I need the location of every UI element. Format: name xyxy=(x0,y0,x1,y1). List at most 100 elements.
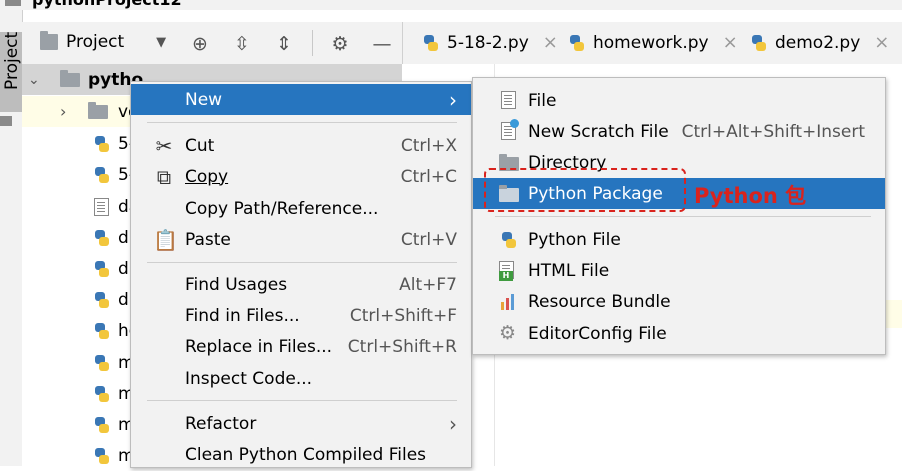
shortcut-label: Ctrl+Shift+R xyxy=(347,336,457,357)
python-file-icon xyxy=(94,322,110,339)
structure-icon[interactable] xyxy=(0,116,12,126)
python-file-icon xyxy=(94,166,110,183)
annotation-label: Python 包 xyxy=(694,184,807,208)
menu-item-copy-path[interactable]: Copy Path/Reference... xyxy=(131,193,471,224)
menu-item-inspect-code[interactable]: Inspect Code... xyxy=(131,363,471,394)
editor-tab[interactable]: homework.py × xyxy=(569,32,738,53)
menu-item-cut[interactable]: ✂ Cut Ctrl+X xyxy=(131,130,471,161)
context-menu: New › ✂ Cut Ctrl+X ⧉ Copy Ctrl+C Copy Pa… xyxy=(130,81,472,468)
project-toolbar: Project ▼ ⊕ ⇳ ⇕ ⚙ — xyxy=(22,22,402,65)
python-file-icon xyxy=(94,291,110,308)
chevron-right-icon: › xyxy=(449,411,457,436)
close-icon[interactable]: × xyxy=(874,32,889,53)
menu-item-replace-in-files[interactable]: Replace in Files... Ctrl+Shift+R xyxy=(131,331,471,362)
chevron-right-icon: › xyxy=(449,87,457,112)
shortcut-label: Ctrl+V xyxy=(400,229,457,250)
collapse-all-icon[interactable]: ⇕ xyxy=(274,34,294,54)
gear-icon: ⚙ xyxy=(499,322,517,344)
menu-item-new[interactable]: New › xyxy=(131,84,471,115)
editor-tabs: 5-18-2.py × homework.py × demo2.py × xyxy=(402,22,902,65)
resource-bundle-icon xyxy=(499,292,519,312)
tab-label: demo2.py xyxy=(775,32,861,53)
chevron-down-icon[interactable]: ⌄ xyxy=(28,72,40,88)
text-file-icon xyxy=(94,197,109,216)
html-file-icon: H xyxy=(499,261,519,281)
tree-item-label: d xyxy=(118,227,129,248)
toolbar-divider xyxy=(312,30,313,56)
menu-item-label: Refactor xyxy=(185,413,257,434)
submenu-item-file[interactable]: File xyxy=(473,85,885,116)
shortcut-label: Ctrl+Alt+Shift+Insert xyxy=(681,121,865,142)
clipboard-icon: 📋 xyxy=(153,227,178,252)
menu-item-label: Clean Python Compiled Files xyxy=(185,444,427,465)
project-folder-icon xyxy=(40,31,58,50)
project-view-selector[interactable]: Project ▼ xyxy=(40,31,166,52)
tab-label: 5-18-2.py xyxy=(447,32,529,53)
close-icon[interactable]: × xyxy=(543,32,558,53)
annotation-highlight-box xyxy=(484,168,686,212)
menu-item-label: Find in Files... xyxy=(185,305,300,326)
submenu-item-html-file[interactable]: H HTML File xyxy=(473,255,885,286)
submenu-item-label: HTML File xyxy=(528,260,610,281)
python-file-icon xyxy=(94,447,110,464)
menu-item-label: Paste xyxy=(185,229,231,250)
expand-all-icon[interactable]: ⇳ xyxy=(232,34,252,54)
python-file-icon xyxy=(569,34,585,51)
shortcut-label: Ctrl+Shift+F xyxy=(349,305,457,326)
menu-item-label: Replace in Files... xyxy=(185,336,333,357)
file-icon xyxy=(501,91,521,111)
minimize-icon[interactable]: — xyxy=(372,34,392,54)
copy-icon: ⧉ xyxy=(156,164,172,189)
python-file-icon xyxy=(94,416,110,433)
crosshair-icon[interactable]: ⊕ xyxy=(190,34,210,54)
menu-separator xyxy=(147,122,457,123)
python-file-icon xyxy=(423,34,439,51)
left-tool-strip: Project xyxy=(0,10,23,466)
python-file-icon xyxy=(751,34,767,51)
menu-separator xyxy=(495,216,871,217)
folder-icon xyxy=(5,0,21,6)
menu-separator xyxy=(147,262,457,263)
new-submenu: File New Scratch File Ctrl+Alt+Shift+Ins… xyxy=(472,77,886,355)
window-title-bar: pythonProject12 xyxy=(0,0,902,10)
submenu-item-label: Python File xyxy=(528,229,621,250)
menu-item-find-in-files[interactable]: Find in Files... Ctrl+Shift+F xyxy=(131,300,471,331)
menu-item-label: Inspect Code... xyxy=(185,368,313,389)
menu-item-paste[interactable]: 📋 Paste Ctrl+V xyxy=(131,224,471,255)
python-file-icon xyxy=(501,232,521,252)
python-file-icon xyxy=(94,229,110,246)
python-file-icon xyxy=(94,354,110,371)
submenu-item-label: New Scratch File xyxy=(528,121,669,142)
close-icon[interactable]: × xyxy=(723,32,738,53)
chevron-right-icon[interactable]: › xyxy=(60,102,66,121)
submenu-item-resource-bundle[interactable]: Resource Bundle xyxy=(473,286,885,317)
menu-separator xyxy=(147,400,457,401)
submenu-item-python-file[interactable]: Python File xyxy=(473,224,885,255)
tab-label: homework.py xyxy=(593,32,709,53)
menu-item-find-usages[interactable]: Find Usages Alt+F7 xyxy=(131,269,471,300)
python-file-icon xyxy=(94,135,110,152)
project-tool-label[interactable]: Project xyxy=(2,32,22,90)
menu-item-label: Copy Path/Reference... xyxy=(185,198,379,219)
folder-icon xyxy=(60,69,80,87)
menu-item-copy[interactable]: ⧉ Copy Ctrl+C xyxy=(131,161,471,192)
submenu-item-editorconfig[interactable]: ⚙ EditorConfig File xyxy=(473,318,885,349)
menu-item-clean-compiled[interactable]: Clean Python Compiled Files xyxy=(131,439,471,470)
submenu-item-label: File xyxy=(528,90,557,111)
menu-item-label: Cut xyxy=(185,135,215,156)
submenu-item-scratch-file[interactable]: New Scratch File Ctrl+Alt+Shift+Insert xyxy=(473,116,885,147)
editor-tab[interactable]: demo2.py × xyxy=(751,32,889,53)
python-file-icon xyxy=(94,260,110,277)
project-view-label: Project xyxy=(66,32,125,52)
menu-item-label: New xyxy=(185,89,223,110)
gear-icon[interactable]: ⚙ xyxy=(330,34,350,54)
chevron-down-icon[interactable]: ▼ xyxy=(156,35,166,50)
scratch-file-icon xyxy=(501,119,521,142)
menu-item-label: Find Usages xyxy=(185,274,288,295)
editor-tab[interactable]: 5-18-2.py × xyxy=(423,32,558,53)
tree-item-label: d xyxy=(118,289,129,310)
submenu-item-label: Resource Bundle xyxy=(528,291,671,312)
menu-item-label: Copy xyxy=(185,166,229,187)
menu-item-refactor[interactable]: Refactor › xyxy=(131,408,471,439)
shortcut-label: Alt+F7 xyxy=(399,274,457,295)
